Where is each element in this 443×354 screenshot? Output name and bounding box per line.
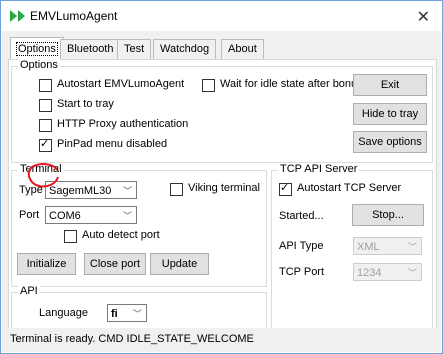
language-select[interactable]: fi ﹀ bbox=[107, 304, 147, 322]
viking-terminal-label: Viking terminal bbox=[188, 182, 260, 194]
chevron-down-icon: ﹀ bbox=[122, 211, 132, 221]
close-port-button[interactable]: Close port bbox=[84, 253, 146, 275]
title-bar[interactable]: EMVLumoAgent ✕ bbox=[1, 1, 442, 31]
port-select[interactable]: COM6 ﹀ bbox=[45, 206, 137, 224]
close-icon[interactable]: ✕ bbox=[417, 7, 430, 27]
tcp-server-group-label: TCP API Server bbox=[278, 163, 360, 175]
http-proxy-checkbox[interactable] bbox=[39, 119, 52, 132]
tcp-server-group: TCP API Server Autostart TCP Server Star… bbox=[271, 163, 433, 332]
status-text: Terminal is ready. CMD IDLE_STATE_WELCOM… bbox=[10, 333, 254, 345]
viking-terminal-checkbox[interactable] bbox=[170, 183, 183, 196]
pinpad-menu-checkbox[interactable] bbox=[39, 137, 52, 152]
update-button[interactable]: Update bbox=[150, 253, 209, 275]
autostart-checkbox[interactable] bbox=[39, 79, 52, 92]
tab-about[interactable]: About bbox=[221, 39, 264, 59]
tab-watchdog-label: Watchdog bbox=[160, 43, 210, 55]
api-group-label: API bbox=[18, 285, 40, 297]
save-options-button[interactable]: Save options bbox=[353, 131, 427, 153]
tab-test-label: Test bbox=[124, 43, 145, 55]
initialize-button[interactable]: Initialize bbox=[17, 253, 76, 275]
chevron-down-icon: ﹀ bbox=[407, 268, 417, 278]
exit-button[interactable]: Exit bbox=[353, 74, 427, 96]
wait-idle-checkbox[interactable] bbox=[202, 79, 215, 92]
chevron-down-icon: ﹀ bbox=[122, 186, 132, 196]
terminal-group: Terminal Type SagemML30 ﹀ Viking termina… bbox=[11, 163, 267, 287]
language-label: Language bbox=[39, 307, 88, 319]
api-type-label: API Type bbox=[279, 240, 324, 252]
tcp-port-value: 1234 bbox=[357, 267, 382, 279]
main-window: EMVLumoAgent ✕ Options Bluetooth Test Wa… bbox=[0, 0, 443, 354]
port-value: COM6 bbox=[49, 210, 81, 222]
options-group: Options Autostart EMVLumoAgent Start to … bbox=[11, 59, 433, 163]
auto-detect-port-checkbox[interactable] bbox=[64, 230, 77, 243]
api-type-select[interactable]: XML ﹀ bbox=[353, 237, 422, 255]
chevron-down-icon: ﹀ bbox=[132, 309, 142, 319]
wait-idle-label: Wait for idle state after bonus bbox=[220, 78, 363, 90]
terminal-type-select[interactable]: SagemML30 ﹀ bbox=[45, 181, 137, 199]
pinpad-menu-label: PinPad menu disabled bbox=[57, 138, 168, 150]
tcp-status-text: Started... bbox=[279, 210, 324, 222]
tab-options[interactable]: Options bbox=[10, 37, 64, 60]
tab-options-label: Options bbox=[16, 42, 58, 56]
language-value: fi bbox=[111, 308, 118, 320]
http-proxy-label: HTTP Proxy authentication bbox=[57, 118, 189, 130]
tab-watchdog[interactable]: Watchdog bbox=[153, 39, 217, 59]
terminal-type-value: SagemML30 bbox=[49, 185, 112, 197]
autostart-tcp-label: Autostart TCP Server bbox=[297, 182, 402, 194]
options-group-label: Options bbox=[18, 59, 60, 71]
chevron-down-icon: ﹀ bbox=[407, 242, 417, 252]
api-type-value: XML bbox=[357, 241, 380, 253]
options-tab-panel: Options Autostart EMVLumoAgent Start to … bbox=[8, 59, 437, 335]
api-group: API Language fi ﹀ bbox=[11, 285, 267, 332]
tab-about-label: About bbox=[228, 43, 257, 55]
tab-bluetooth-label: Bluetooth bbox=[67, 43, 114, 55]
start-to-tray-label: Start to tray bbox=[57, 98, 114, 110]
start-to-tray-checkbox[interactable] bbox=[39, 99, 52, 112]
tcp-port-label: TCP Port bbox=[279, 266, 325, 278]
stop-button[interactable]: Stop... bbox=[352, 204, 424, 226]
app-icon bbox=[10, 10, 25, 22]
terminal-group-label: Terminal bbox=[18, 163, 64, 175]
hide-to-tray-button[interactable]: Hide to tray bbox=[353, 103, 427, 125]
client-area: Options Bluetooth Test Watchdog About Op… bbox=[2, 31, 441, 352]
tab-test[interactable]: Test bbox=[117, 39, 152, 59]
type-label: Type bbox=[19, 184, 43, 196]
auto-detect-port-label: Auto detect port bbox=[82, 229, 160, 241]
tab-bluetooth[interactable]: Bluetooth bbox=[60, 39, 121, 59]
autostart-label: Autostart EMVLumoAgent bbox=[57, 78, 185, 90]
window-title: EMVLumoAgent bbox=[30, 9, 118, 23]
tcp-port-field[interactable]: 1234 ﹀ bbox=[353, 263, 422, 281]
status-bar: Terminal is ready. CMD IDLE_STATE_WELCOM… bbox=[2, 328, 441, 352]
port-label: Port bbox=[19, 209, 40, 221]
autostart-tcp-checkbox[interactable] bbox=[279, 181, 292, 196]
